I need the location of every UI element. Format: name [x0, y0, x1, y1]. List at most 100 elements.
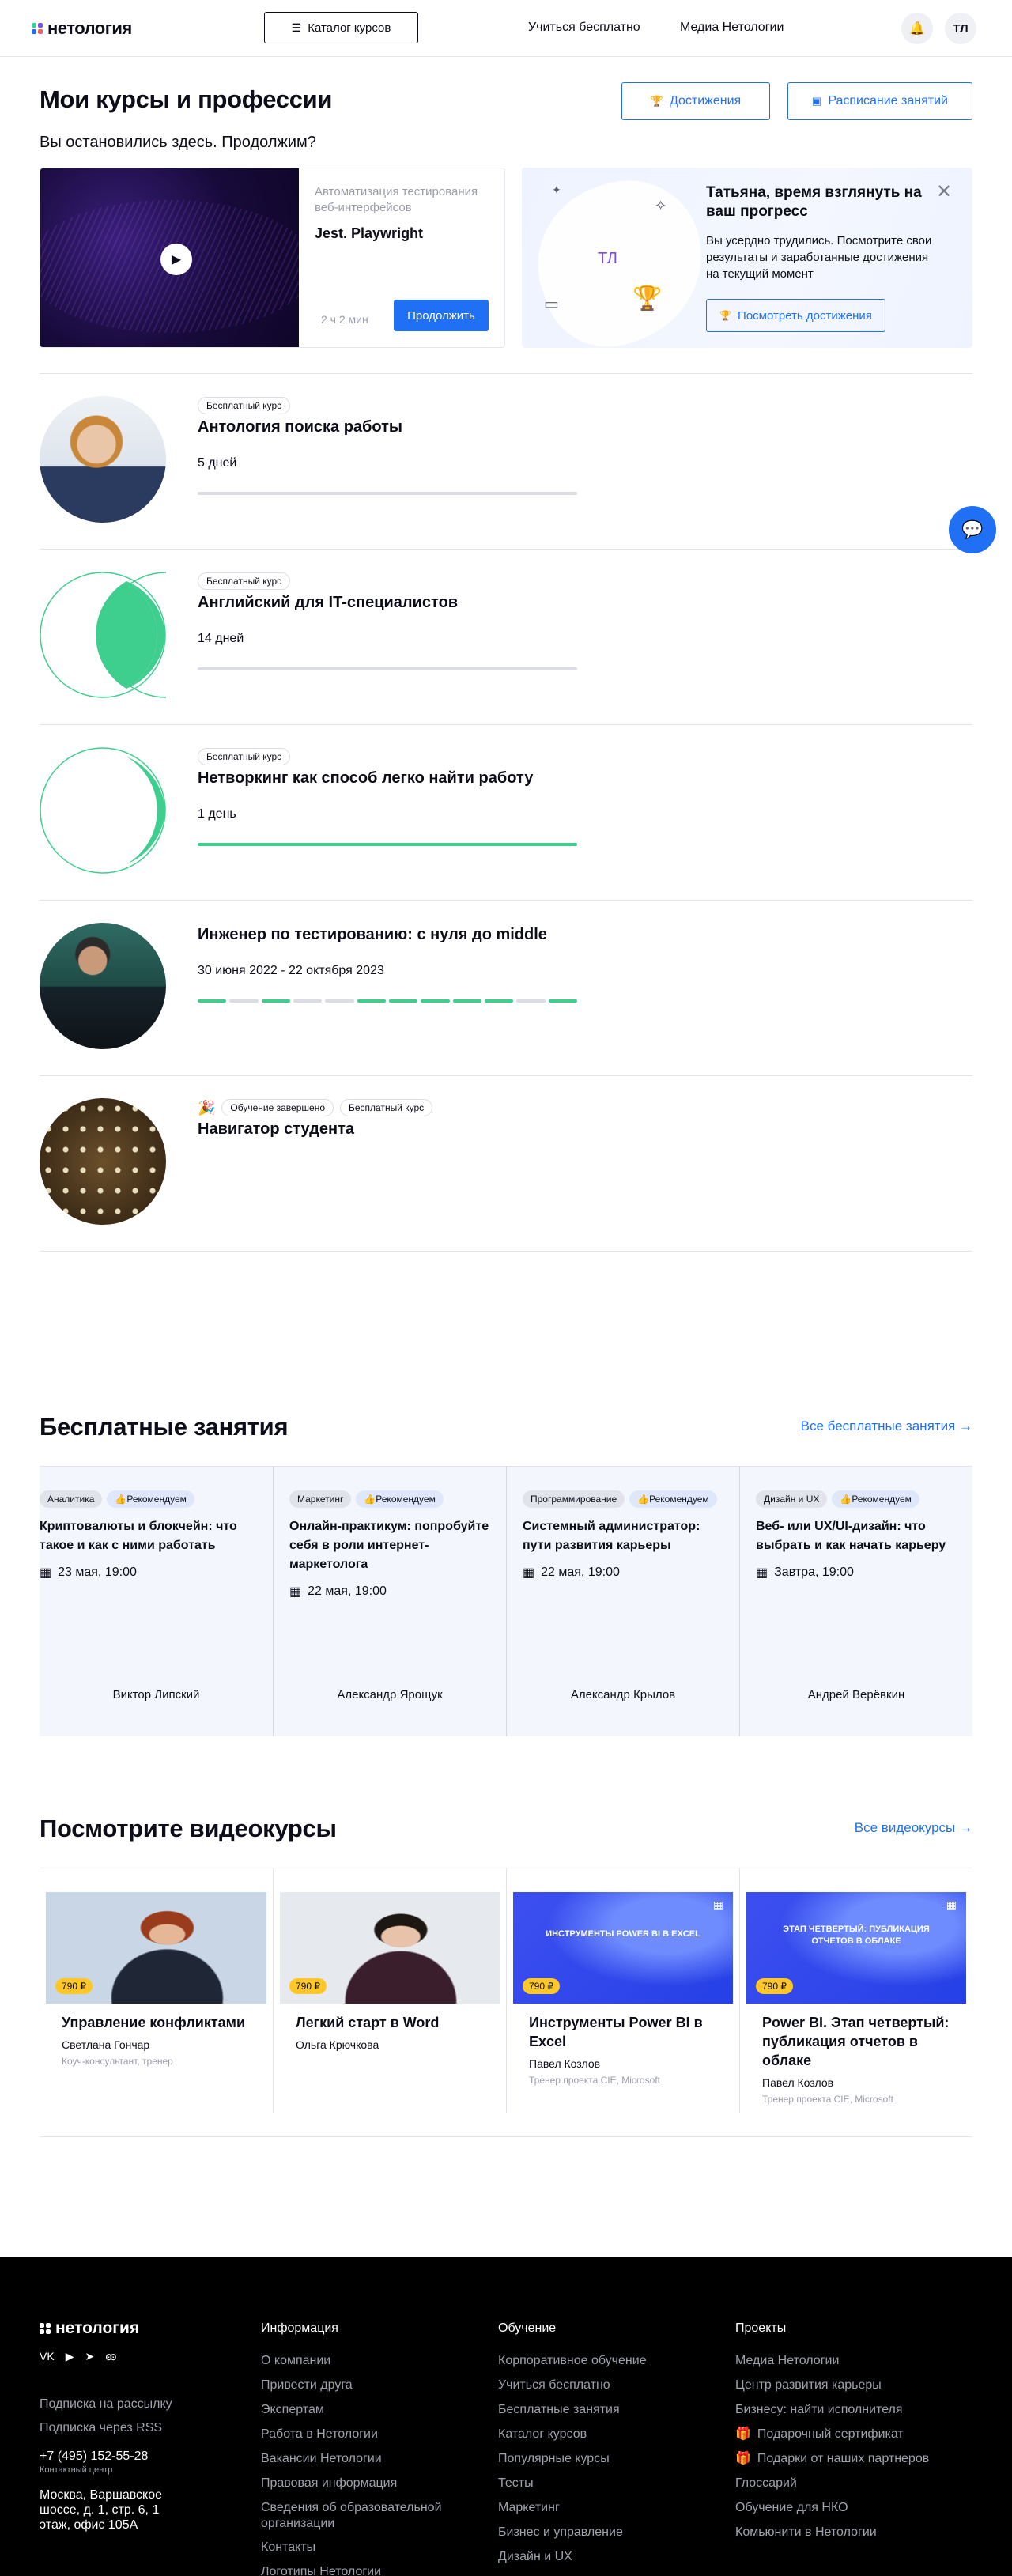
party-icon: 🎉: [198, 1099, 216, 1116]
free-lesson-card[interactable]: Программирование 👍Рекомендуем Системный …: [506, 1467, 739, 1736]
footer-link[interactable]: Привести друга: [261, 2378, 482, 2402]
footer-link[interactable]: Дизайн и UX: [498, 2549, 719, 2574]
lesson-category-tag: Аналитика: [40, 1490, 103, 1508]
footer-link[interactable]: Работа в Нетологии: [261, 2427, 482, 2451]
video-course-card[interactable]: ЭТАП ЧЕТВЕРТЫЙ: ПУБЛИКАЦИЯ ОТЧЕТОВ В ОБЛ…: [739, 1868, 972, 2113]
video-cover-text: ИНСТРУМЕНТЫ POWER BI В EXCEL: [546, 1929, 700, 1939]
video-course-card[interactable]: 790 ₽ Управление конфликтами Светлана Го…: [40, 1868, 273, 2113]
rss-link[interactable]: Подписка через RSS: [40, 2421, 162, 2435]
notification-bell-icon[interactable]: 🔔: [901, 13, 933, 44]
footer-link[interactable]: Популярные курсы: [498, 2451, 719, 2476]
schedule-button[interactable]: ▣ Расписание занятий: [787, 82, 972, 120]
free-lesson-card[interactable]: Аналитика 👍Рекомендуем Криптовалюты и бл…: [40, 1467, 273, 1736]
course-item[interactable]: Бесплатный курс Английский для IT-специа…: [40, 550, 972, 725]
lesson-author: Виктор Липский: [112, 1688, 200, 1702]
course-item[interactable]: Бесплатный курс Антология поиска работы …: [40, 374, 972, 550]
continue-button[interactable]: Продолжить: [394, 300, 489, 331]
phone-link[interactable]: +7 (495) 152-55-28: [40, 2449, 148, 2464]
footer-link[interactable]: Правовая информация: [261, 2476, 482, 2500]
nav-link-free[interactable]: Учиться бесплатно: [528, 21, 640, 35]
progress-text: Вы усердно трудились. Посмотрите свои ре…: [706, 234, 932, 281]
progress-initials: ТЛ: [598, 250, 617, 267]
footer-link[interactable]: Учиться бесплатно: [498, 2378, 719, 2402]
progress-promo-card: ТЛ ✦ ✧ ▭ 🏆 Татьяна, время взглянуть на в…: [522, 168, 972, 348]
footer-link[interactable]: Маркетинг: [498, 2500, 719, 2525]
footer-link[interactable]: Обучение для НКО: [735, 2500, 972, 2525]
course-progress-fill: [198, 843, 577, 846]
calendar-icon: ▦: [289, 1585, 302, 1599]
course-item[interactable]: 🎉 Обучение завершено Бесплатный курс Нав…: [40, 1076, 972, 1252]
footer-link-label: Подарки от наших партнеров: [757, 2452, 930, 2465]
footer-link[interactable]: О компании: [261, 2353, 482, 2378]
achievements-button[interactable]: 🏆 Достижения: [621, 82, 770, 120]
video-course-author: Павел Козлов: [529, 2057, 601, 2070]
footer-link[interactable]: Тесты: [498, 2476, 719, 2500]
video-player-icon: ▭: [544, 296, 559, 313]
contact-center-label: Контактный центр: [40, 2465, 113, 2475]
newsletter-link[interactable]: Подписка на рассылку: [40, 2397, 172, 2412]
course-badges: Бесплатный курс: [198, 397, 291, 414]
footer-column-heading: Обучение: [498, 2321, 557, 2335]
continue-course-card[interactable]: ▶ Автоматизация тестирования веб-интерфе…: [40, 168, 505, 348]
lesson-date: ▦ 22 мая, 19:00: [523, 1565, 725, 1581]
play-icon[interactable]: ▶: [160, 244, 192, 275]
odnoklassniki-icon[interactable]: ꙭ: [105, 2350, 116, 2363]
video-course-card[interactable]: 790 ₽ Легкий старт в Word Ольга Крючкова: [273, 1868, 506, 2113]
free-lesson-card[interactable]: Маркетинг 👍Рекомендуем Онлайн-практикум:…: [273, 1467, 506, 1736]
lesson-tags: Маркетинг 👍Рекомендуем: [289, 1490, 492, 1508]
free-lessons-title: Бесплатные занятия: [40, 1413, 289, 1441]
continue-subtitle: Вы остановились здесь. Продолжим?: [40, 134, 316, 151]
all-video-courses-link[interactable]: Все видеокурсы →: [855, 1820, 972, 1836]
footer-link[interactable]: Бизнес и управление: [498, 2525, 719, 2549]
lesson-date: ▦ Завтра, 19:00: [756, 1565, 958, 1581]
footer-link[interactable]: Вакансии Нетологии: [261, 2451, 482, 2476]
video-course-title: Инструменты Power BI в Excel: [529, 2015, 703, 2049]
catalog-button[interactable]: ☰ Каталог курсов: [264, 12, 418, 43]
footer-link[interactable]: Экспертам: [261, 2402, 482, 2427]
user-avatar[interactable]: ТЛ: [945, 13, 976, 44]
all-free-lessons-link[interactable]: Все бесплатные занятия →: [801, 1418, 972, 1434]
lesson-category-tag: Маркетинг: [289, 1490, 352, 1508]
lesson-author: Александр Ярощук: [337, 1688, 443, 1702]
footer-link[interactable]: Сведения об образовательной организации: [261, 2500, 466, 2540]
progress-segment: [293, 999, 323, 1003]
nav-link-media[interactable]: Медиа Нетологии: [680, 21, 784, 35]
footer-link[interactable]: Центр развития карьеры: [735, 2378, 972, 2402]
chat-icon[interactable]: 💬: [949, 506, 996, 553]
video-course-card[interactable]: ИНСТРУМЕНТЫ POWER BI В EXCEL ▦ 790 ₽ Инс…: [506, 1868, 739, 2113]
continue-category: Автоматизация тестирования веб-интерфейс…: [315, 185, 478, 214]
free-lessons-list: Аналитика 👍Рекомендуем Криптовалюты и бл…: [40, 1467, 972, 1736]
logo[interactable]: нетология: [32, 18, 132, 39]
footer-link[interactable]: Каталог курсов: [498, 2427, 719, 2451]
divider: [40, 2136, 972, 2137]
course-duration: 14 дней: [198, 632, 244, 645]
course-item[interactable]: Инженер по тестированию: с нуля до middl…: [40, 901, 972, 1076]
top-header: нетология ☰ Каталог курсов Учиться беспл…: [0, 0, 1012, 57]
footer-link[interactable]: Бизнесу: найти исполнителя: [735, 2402, 972, 2427]
course-item[interactable]: Бесплатный курс Нетворкинг как способ ле…: [40, 725, 972, 901]
footer-logo[interactable]: нетология: [40, 2319, 139, 2338]
lesson-tags: Дизайн и UX 👍Рекомендуем: [756, 1490, 958, 1508]
view-achievements-button[interactable]: 🏆 Посмотреть достижения: [706, 299, 886, 332]
divider: [40, 1251, 972, 1252]
footer-link[interactable]: Глоссарий: [735, 2476, 972, 2500]
course-title: Навигатор студента: [198, 1120, 354, 1138]
youtube-icon[interactable]: ▶: [66, 2350, 74, 2363]
page-title: Мои курсы и профессии: [40, 85, 333, 113]
free-lesson-card[interactable]: Дизайн и UX 👍Рекомендуем Веб- или UX/UI-…: [739, 1467, 972, 1736]
footer-link[interactable]: Комьюнити в Нетологии: [735, 2525, 972, 2549]
footer-link[interactable]: 🎁 Подарки от наших партнеров: [735, 2451, 972, 2476]
footer-link[interactable]: 🎁 Подарочный сертификат: [735, 2427, 972, 2451]
video-course-author-role: Коуч-консультант, тренер: [62, 2056, 173, 2067]
vk-icon[interactable]: VK: [40, 2350, 55, 2363]
telegram-icon[interactable]: ➤: [85, 2350, 94, 2363]
course-badge: Обучение завершено: [221, 1099, 334, 1116]
footer-link[interactable]: Логотипы Нетологии: [261, 2564, 482, 2576]
close-icon[interactable]: ✕: [936, 180, 952, 203]
lesson-title: Онлайн-практикум: попробуйте себя в роли…: [289, 1520, 489, 1571]
footer-link[interactable]: Корпоративное обучение: [498, 2353, 719, 2378]
footer-link[interactable]: Медиа Нетологии: [735, 2353, 972, 2378]
footer-link[interactable]: Бесплатные занятия: [498, 2402, 719, 2427]
footer-link[interactable]: Контакты: [261, 2540, 482, 2564]
address: Москва, Варшавское шоссе, д. 1, стр. 6, …: [40, 2488, 163, 2532]
